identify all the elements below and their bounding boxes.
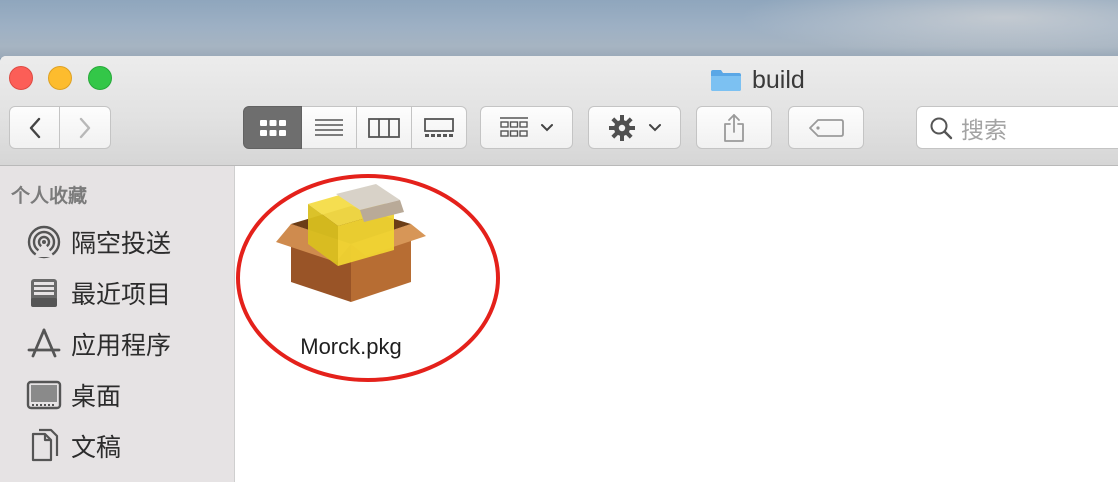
chevron-right-icon (79, 117, 91, 138)
share-icon (724, 113, 744, 142)
sidebar-item-applications[interactable]: 应用程序 (26, 324, 171, 364)
titlebar-toolbar: build 搜索 (0, 56, 1118, 166)
airdrop-icon (26, 224, 62, 260)
group-by-button[interactable] (480, 106, 573, 149)
chevron-down-icon (540, 123, 553, 131)
sidebar-item-label: 文稿 (71, 434, 122, 462)
gear-icon (608, 114, 635, 141)
tag-button[interactable] (788, 106, 864, 149)
chevron-left-icon (29, 117, 40, 138)
applications-icon (26, 326, 62, 362)
sidebar-item-recents[interactable]: 最近项目 (26, 273, 171, 313)
sidebar-item-airdrop[interactable]: 隔空投送 (26, 222, 171, 262)
icon-view-button[interactable] (243, 106, 302, 149)
finder-window: build 搜索 个人收藏 隔空投送 最近项目 应用程序 桌面 文稿 Morck… (0, 56, 1118, 482)
list-view-button[interactable] (302, 106, 357, 149)
sidebar-heading-favorites: 个人收藏 (11, 186, 88, 207)
close-button[interactable] (9, 66, 33, 90)
sidebar-item-label: 应用程序 (71, 332, 172, 360)
tag-icon (809, 118, 844, 137)
desktop-background (0, 0, 1118, 58)
documents-icon (26, 428, 62, 464)
window-title-text: build (752, 65, 805, 94)
action-menu-button[interactable] (588, 106, 681, 149)
sidebar-item-documents[interactable]: 文稿 (26, 426, 121, 466)
window-title: build (710, 66, 805, 94)
sidebar-item-label: 隔空投送 (71, 230, 172, 258)
maximize-button[interactable] (88, 66, 112, 90)
recents-icon (26, 275, 62, 311)
chevron-down-icon (648, 123, 661, 131)
search-field[interactable]: 搜索 (916, 106, 1118, 149)
back-button[interactable] (9, 106, 60, 149)
file-browser-content: Morck.pkg (236, 166, 1118, 482)
file-item[interactable]: Morck.pkg (276, 184, 446, 364)
navigation-buttons (9, 106, 111, 149)
icon-grid-icon (259, 119, 286, 136)
package-icon (276, 184, 426, 302)
list-icon (315, 118, 343, 136)
share-button[interactable] (696, 106, 772, 149)
minimize-button[interactable] (48, 66, 72, 90)
columns-icon (368, 117, 400, 138)
group-grid-icon (499, 116, 528, 137)
file-name: Morck.pkg (300, 334, 402, 359)
sidebar-item-label: 最近项目 (71, 281, 172, 309)
gallery-view-button[interactable] (412, 106, 467, 149)
search-icon (930, 117, 953, 139)
sidebar-item-desktop[interactable]: 桌面 (26, 375, 121, 415)
view-mode-buttons (243, 106, 467, 149)
sidebar: 个人收藏 隔空投送 最近项目 应用程序 桌面 文稿 (0, 166, 235, 482)
forward-button[interactable] (60, 106, 111, 149)
sidebar-item-label: 桌面 (71, 383, 122, 411)
search-placeholder: 搜索 (961, 116, 1007, 143)
desktop-icon (26, 377, 62, 413)
column-view-button[interactable] (357, 106, 412, 149)
folder-icon (710, 68, 742, 92)
gallery-icon (424, 117, 454, 137)
